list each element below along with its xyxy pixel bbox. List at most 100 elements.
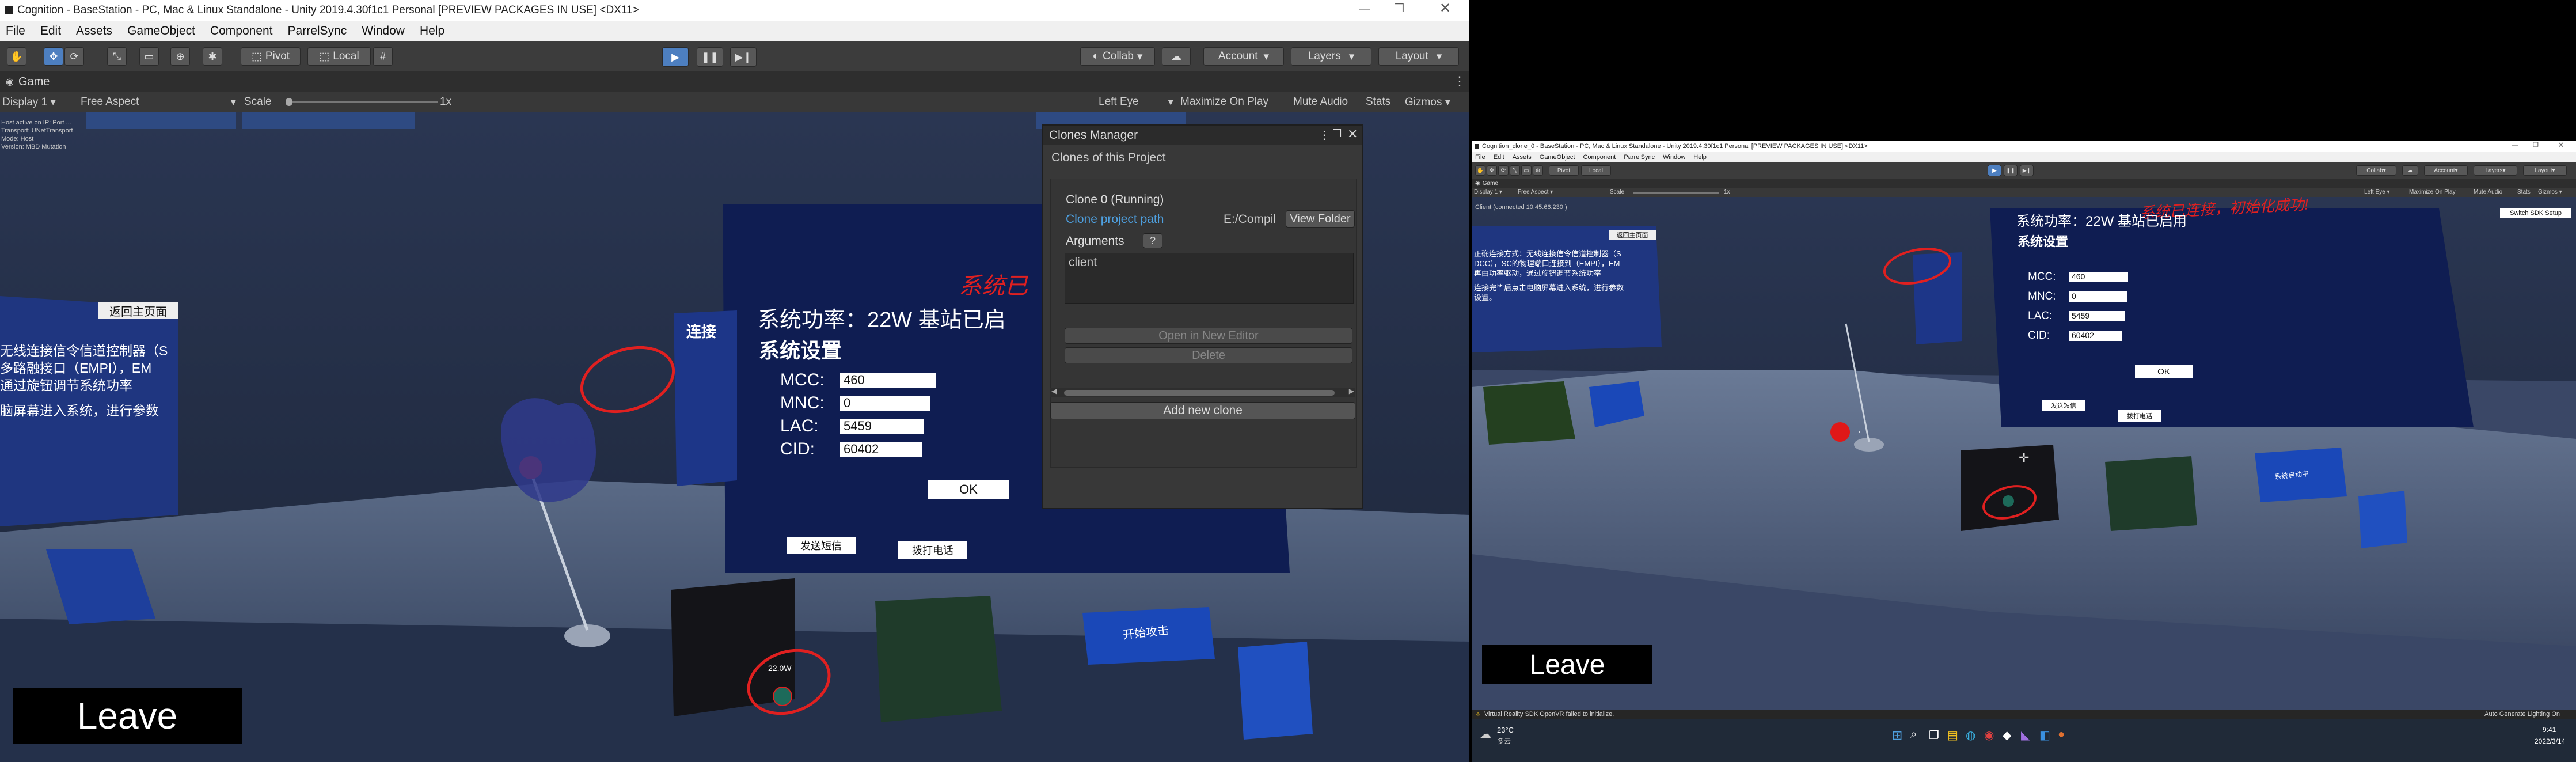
menu-parrelsync[interactable]: ParrelSync xyxy=(288,24,347,38)
chrome-icon[interactable]: ◉ xyxy=(1984,728,1994,742)
close-icon[interactable]: ✕ xyxy=(1347,127,1358,142)
eye-dropdown[interactable]: Left Eye ▾ xyxy=(1099,96,1173,108)
menu-file[interactable]: File xyxy=(1475,154,1485,161)
menu-help[interactable]: Help xyxy=(1693,154,1707,161)
app-icon[interactable]: ● xyxy=(2058,728,2065,741)
menu-component[interactable]: Component xyxy=(1583,154,1616,161)
ok-button[interactable]: OK xyxy=(2135,365,2193,378)
mute-audio-toggle[interactable]: Mute Audio xyxy=(1293,96,1348,108)
lac-input[interactable]: 5459 xyxy=(840,419,924,434)
collab-button[interactable]: ◐ Collab ▾ xyxy=(1080,47,1155,66)
kebab-menu-icon[interactable]: ⋮ xyxy=(1453,74,1466,89)
task-view-icon[interactable]: ❐ xyxy=(1929,728,1939,742)
menu-assets[interactable]: Assets xyxy=(76,24,112,38)
right-game-viewport[interactable]: Client (connected 10.45.66.230 ) 返回主页面 正… xyxy=(1472,197,2576,710)
maximize-icon[interactable]: ❐ xyxy=(1332,128,1342,140)
menu-window[interactable]: Window xyxy=(1663,154,1685,161)
local-toggle[interactable]: Local xyxy=(1581,165,1611,176)
aspect-dropdown[interactable]: Free Aspect ▾ xyxy=(1518,189,1553,195)
clock-date[interactable]: 2022/3/14 xyxy=(2535,737,2565,745)
edge-icon[interactable]: ◍ xyxy=(1966,728,1975,742)
transform-tool-icon[interactable]: ⊕ xyxy=(170,47,190,66)
minimize-icon[interactable]: — xyxy=(1353,2,1376,16)
layout-dropdown[interactable]: Layout ▾ xyxy=(2523,165,2567,176)
step-button[interactable]: ▶❙ xyxy=(2020,165,2034,176)
layers-dropdown[interactable]: Layers ▾ xyxy=(1291,47,1371,66)
mcc-input[interactable]: 460 xyxy=(840,373,936,388)
weather-temp[interactable]: 23°C xyxy=(1497,726,1514,734)
back-to-home-button[interactable]: 返回主页面 xyxy=(1609,230,1656,240)
menu-parrelsync[interactable]: ParrelSync xyxy=(1624,154,1655,161)
gizmos-dropdown[interactable]: Gizmos ▾ xyxy=(1405,96,1450,109)
unity-icon[interactable]: ◆ xyxy=(2003,728,2011,742)
rect-tool-icon[interactable]: ▭ xyxy=(139,47,159,66)
hand-tool-icon[interactable]: ✋ xyxy=(1475,165,1485,176)
scale-tool-icon[interactable]: ⤡ xyxy=(1510,165,1520,176)
add-new-clone-button[interactable]: Add new clone xyxy=(1050,402,1355,419)
custom-tool-icon[interactable]: ✱ xyxy=(203,47,222,66)
vscode-icon[interactable]: ◧ xyxy=(2039,728,2050,742)
make-call-button[interactable]: 拨打电话 xyxy=(2118,410,2161,422)
rotate-tool-icon[interactable]: ⟳ xyxy=(64,47,84,66)
menu-file[interactable]: File xyxy=(6,24,25,38)
gizmos-dropdown[interactable]: Gizmos ▾ xyxy=(2538,189,2562,195)
maximize-icon[interactable]: ❐ xyxy=(2529,141,2543,149)
sdk-button[interactable]: Switch SDK Setup xyxy=(2500,208,2571,218)
layers-dropdown[interactable]: Layers ▾ xyxy=(2474,165,2517,176)
clock-time[interactable]: 9:41 xyxy=(2543,726,2556,734)
menu-gameobject[interactable]: GameObject xyxy=(127,24,195,38)
cloud-button[interactable]: ☁ xyxy=(2402,165,2418,176)
back-to-home-button[interactable]: 返回主页面 xyxy=(98,302,178,319)
menu-component[interactable]: Component xyxy=(210,24,273,38)
local-toggle[interactable]: ⬚ Local xyxy=(307,47,371,66)
game-tab[interactable]: ◉ Game xyxy=(1472,179,2576,188)
make-call-button[interactable]: 拨打电话 xyxy=(898,541,967,559)
scroll-left-icon[interactable]: ◀ xyxy=(1051,387,1057,395)
clone-path-link[interactable]: Clone project path xyxy=(1066,213,1164,226)
pivot-toggle[interactable]: ⬚ Pivot xyxy=(241,47,301,66)
start-icon[interactable]: ⊞ xyxy=(1892,728,1902,743)
pause-button[interactable]: ❚❚ xyxy=(2004,165,2018,176)
pause-button[interactable]: ❚❚ xyxy=(697,47,723,67)
transform-tool-icon[interactable]: ⊕ xyxy=(1533,165,1543,176)
kebab-menu-icon[interactable]: ⋮ xyxy=(1319,128,1330,142)
minimize-icon[interactable]: — xyxy=(2508,142,2522,149)
rect-tool-icon[interactable]: ▭ xyxy=(1521,165,1532,176)
view-folder-button[interactable]: View Folder xyxy=(1286,210,1355,228)
explorer-icon[interactable]: ▤ xyxy=(1947,728,1958,742)
horizontal-scrollbar[interactable]: ◀ ▶ xyxy=(1050,387,1355,397)
play-button[interactable]: ▶ xyxy=(662,47,689,67)
move-tool-icon[interactable]: ✥ xyxy=(44,47,63,66)
lac-input[interactable]: 5459 xyxy=(2069,311,2125,321)
leave-button[interactable]: Leave xyxy=(1482,645,1652,684)
account-dropdown[interactable]: Account ▾ xyxy=(1203,47,1284,66)
maximize-on-play-toggle[interactable]: Maximize On Play xyxy=(2409,189,2456,195)
play-button[interactable]: ▶ xyxy=(1988,165,2001,176)
scrollbar-thumb[interactable] xyxy=(1064,390,1335,396)
aspect-dropdown[interactable]: Free Aspect ▾ xyxy=(81,96,236,108)
rotate-tool-icon[interactable]: ⟳ xyxy=(1498,165,1509,176)
maximize-on-play-toggle[interactable]: Maximize On Play xyxy=(1180,96,1268,108)
grid-snap-icon[interactable]: # xyxy=(373,47,393,66)
display-dropdown[interactable]: Display 1 ▾ xyxy=(1474,189,1502,195)
leave-button[interactable]: Leave xyxy=(13,688,242,744)
scale-slider[interactable] xyxy=(288,101,438,103)
arguments-textarea[interactable]: client xyxy=(1065,253,1354,304)
cloud-button[interactable]: ☁ xyxy=(1162,47,1191,66)
scale-slider[interactable] xyxy=(1633,192,1719,194)
move-tool-icon[interactable]: ✥ xyxy=(1487,165,1497,176)
mnc-input[interactable]: 0 xyxy=(2069,291,2127,302)
cid-input[interactable]: 60402 xyxy=(2069,331,2122,341)
display-dropdown[interactable]: Display 1 ▾ xyxy=(2,96,56,109)
menu-gameobject[interactable]: GameObject xyxy=(1540,154,1575,161)
menu-edit[interactable]: Edit xyxy=(1494,154,1504,161)
account-dropdown[interactable]: Account ▾ xyxy=(2424,165,2468,176)
maximize-icon[interactable]: ❐ xyxy=(1388,1,1411,16)
mute-audio-toggle[interactable]: Mute Audio xyxy=(2474,189,2502,195)
menu-assets[interactable]: Assets xyxy=(1513,154,1532,161)
step-button[interactable]: ▶❙ xyxy=(730,47,757,67)
close-icon[interactable]: ✕ xyxy=(1434,0,1457,17)
pivot-toggle[interactable]: Pivot xyxy=(1549,165,1579,176)
scroll-right-icon[interactable]: ▶ xyxy=(1349,387,1354,395)
mnc-input[interactable]: 0 xyxy=(840,396,930,411)
